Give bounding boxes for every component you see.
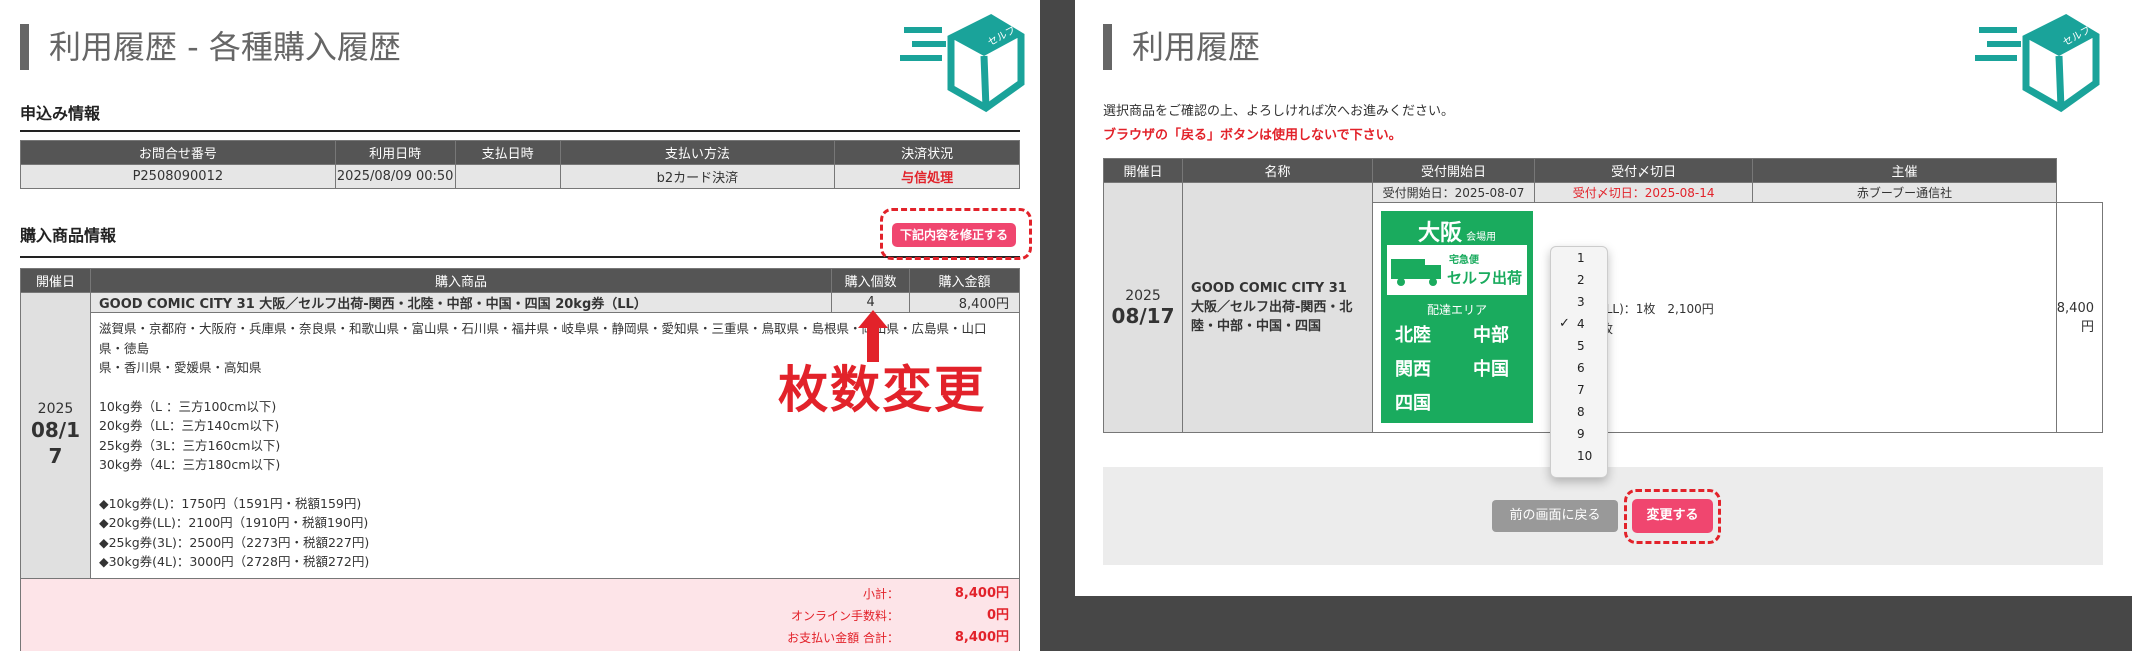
quantity-change-annotation: 枚数変更 [778, 361, 986, 419]
banner-venue: 会場用 [1466, 232, 1497, 243]
pay-datetime [454, 164, 561, 189]
instruction-text: 選択商品をご確認の上、よろしければ次へお進みください。 [1103, 104, 1455, 119]
col-start-date: 受付開始日 [1372, 158, 1535, 183]
organizer: 赤ブーブー通信社 [1752, 182, 2057, 203]
item-line: 枚 [1601, 319, 1714, 339]
change-button[interactable]: 変更する [1632, 499, 1713, 533]
banner-city: 大阪 [1417, 221, 1462, 246]
totals-cell: 小計： 8,400円 オンライン手数料： 0円 お支払い金額 合計： 8,400… [20, 577, 1020, 651]
self-shipping-logo: セルフ [1971, 8, 2101, 118]
banner-service-box: 宅急便 セルフ出荷 [1387, 245, 1528, 295]
col-amount: 購入金額 [909, 268, 1020, 293]
col-pay-method: 支払い方法 [559, 140, 836, 165]
col-name: 名称 [1182, 158, 1374, 183]
qty-option-7[interactable]: 7 [1551, 379, 1607, 401]
pay-method: b2カード決済 [559, 164, 836, 189]
qty-option-6[interactable]: 6 [1551, 357, 1607, 379]
subtotal-row: 小計： 8,400円 [31, 583, 1009, 605]
desc-line: ◆20kg券(LL)：2100円（1910円・税額190円) [98, 515, 369, 530]
col-inquiry-number: お問合せ番号 [20, 140, 336, 165]
qty-option-2[interactable]: 2 [1551, 269, 1607, 291]
products-section-heading: 購入商品情報 [20, 222, 1020, 258]
total-label: お支払い金額 合計： [787, 630, 899, 645]
desc-line: 30kg券（4L：三方180cm以下) [98, 457, 281, 472]
edit-contents-button[interactable]: 下記内容を修正する [892, 223, 1016, 247]
product-name: GOOD COMIC CITY 31 大阪／セルフ出荷-関西・北陸・中部・中国・… [89, 292, 833, 313]
qty-option-label: 4 [1577, 317, 1585, 331]
qty-option-9[interactable]: 9 [1551, 423, 1607, 445]
desc-line: ◆10kg券(L)：1750円（1591円・税額159円) [98, 495, 362, 511]
qty-option-4-selected[interactable]: ✓ 4 [1551, 313, 1607, 335]
application-section-heading: 申込み情報 [20, 100, 1020, 132]
banner-region: 関西 [1395, 359, 1432, 380]
col-quantity: 購入個数 [831, 268, 911, 293]
back-warning: ブラウザの「戻る」ボタンは使用しないで下さい。 [1103, 128, 1402, 143]
event-date-cell: 2025 08/1 7 [20, 292, 91, 579]
col-end-date: 受付〆切日 [1533, 158, 1754, 183]
page-title: 利用履歴 - 各種購入履歴 [20, 24, 401, 70]
pay-status: 与信処理 [834, 164, 1020, 189]
page-title-right: 利用履歴 [1103, 24, 1260, 70]
qty-option-1[interactable]: 1 [1551, 247, 1607, 269]
banner-region: 中部 [1473, 325, 1510, 346]
event-date-line1: 08/1 [30, 418, 81, 443]
fee-value: 0円 [986, 607, 1009, 623]
col-use-datetime: 利用日時 [334, 140, 456, 165]
banner-region: 四国 [1395, 393, 1432, 414]
amount: 8,400円 [909, 292, 1020, 313]
col-organizer: 主催 [1752, 158, 2057, 183]
back-button[interactable]: 前の画面に戻る [1492, 500, 1618, 532]
item-description: (LL)：1枚 2,100円 枚 [1601, 299, 1714, 339]
banner-title: 大阪 会場用 [1381, 215, 1533, 247]
truck-icon [1391, 259, 1442, 286]
desc-line: ◆30kg券(4L)：3000円（2728円・税額272円) [98, 554, 370, 569]
col-event-date: 開催日 [20, 268, 91, 293]
event-year: 2025 [1125, 287, 1161, 304]
col-pay-status: 決済状況 [834, 140, 1020, 165]
checkmark-icon: ✓ [1559, 316, 1570, 331]
quantity-dropdown[interactable]: 1 2 3 ✓ 4 5 6 7 8 9 10 [1550, 246, 1608, 478]
subtotal-value: 8,400円 [954, 585, 1009, 601]
desc-spacer [99, 475, 1011, 494]
event-date-line2: 7 [48, 444, 63, 469]
desc-line: ◆25kg券(3L)：2500円（2273円・税額227円) [98, 534, 370, 550]
banner-region: 北陸 [1395, 325, 1432, 346]
end-date: 受付〆切日：2025-08-14 [1533, 182, 1754, 203]
total-value: 8,400円 [954, 629, 1009, 645]
qty-option-3[interactable]: 3 [1551, 291, 1607, 313]
qty-option-5[interactable]: 5 [1551, 335, 1607, 357]
inquiry-number: P2508090012 [20, 164, 336, 189]
event-date-cell: 2025 08/17 [1102, 182, 1184, 433]
event-date: 08/17 [1111, 303, 1175, 328]
qty-option-10[interactable]: 10 [1551, 445, 1607, 467]
item-line: (LL)：1枚 2,100円 [1601, 302, 1714, 316]
item-amount: 8,400円 [2055, 202, 2104, 433]
left-panel: 利用履歴 - 各種購入履歴 セルフ 申込み情報 お問合せ番号 利用日時 支払日時… [0, 0, 1040, 651]
subtotal-label: 小計： [862, 586, 899, 601]
fee-row: オンライン手数料： 0円 [31, 605, 1009, 627]
banner-area-label: 配達エリア [1427, 303, 1488, 317]
event-name: GOOD COMIC CITY 31 大阪／セルフ出荷-関西・北陸・中部・中国・… [1182, 182, 1374, 433]
desc-line: 25kg券（3L：三方160cm以下) [98, 437, 281, 453]
fee-label: オンライン手数料： [790, 608, 899, 623]
item-cell: 大阪 会場用 宅急便 セルフ出荷 配達エリア 北陸 中部 関西 中国 四国 (L… [1372, 202, 2057, 433]
total-row: お支払い金額 合計： 8,400円 [31, 627, 1009, 649]
banner-service-small: 宅急便 [1449, 255, 1480, 266]
qty-option-8[interactable]: 8 [1551, 401, 1607, 423]
col-pay-datetime: 支払日時 [454, 140, 561, 165]
event-year: 2025 [37, 401, 74, 418]
use-datetime: 2025/08/09 00:50 [334, 164, 456, 189]
col-event-date: 開催日 [1102, 158, 1184, 183]
banner-service: セルフ出荷 [1447, 269, 1523, 287]
start-date: 受付開始日：2025-08-07 [1372, 182, 1535, 203]
osaka-banner: 大阪 会場用 宅急便 セルフ出荷 配達エリア 北陸 中部 関西 中国 四国 [1381, 211, 1534, 423]
col-product: 購入商品 [89, 268, 833, 293]
application-table: お問合せ番号 利用日時 支払日時 支払い方法 決済状況 P2508090012 … [20, 140, 1020, 189]
banner-region: 中国 [1473, 359, 1510, 380]
